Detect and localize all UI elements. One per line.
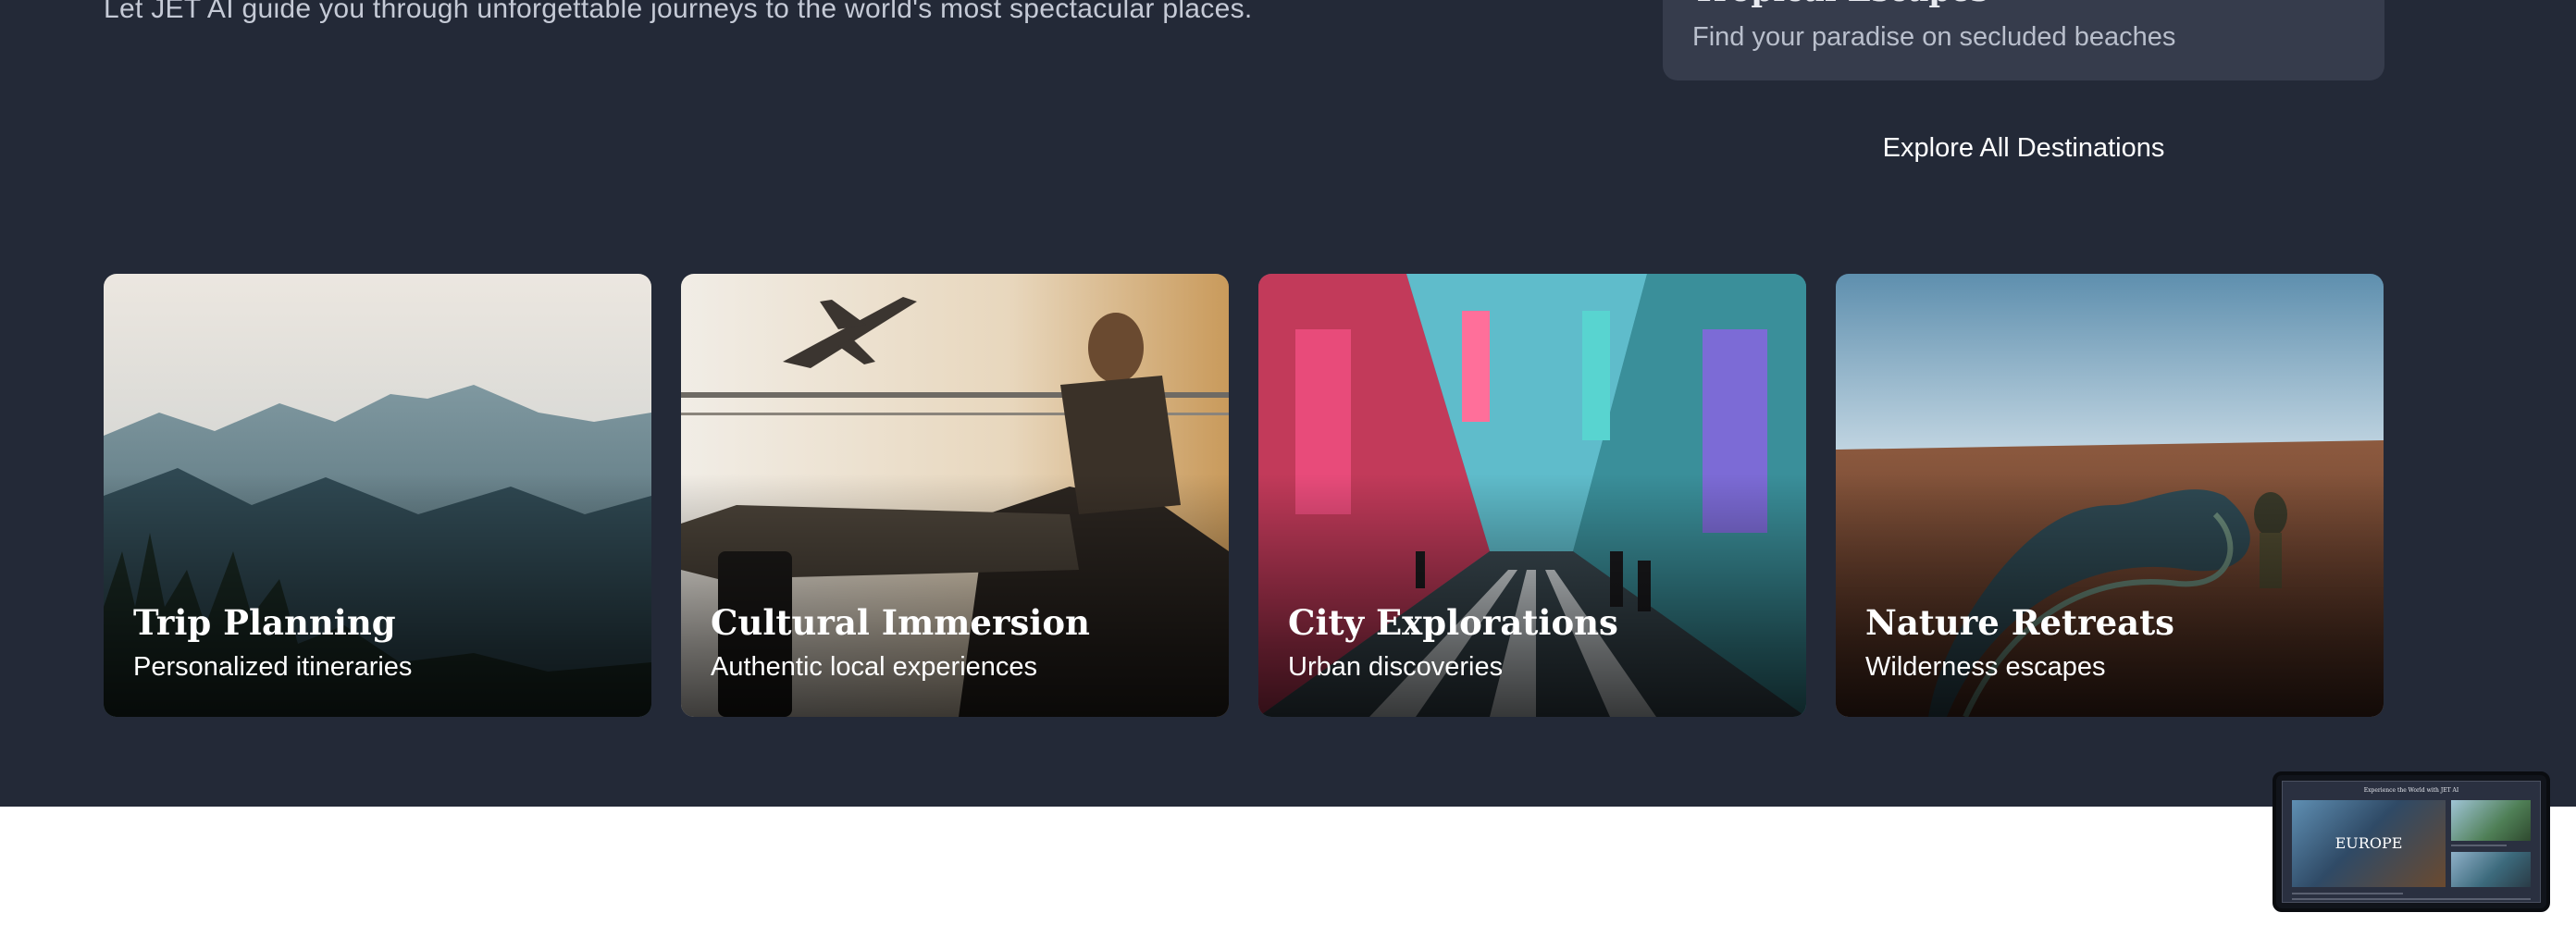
page-preview-screen: Experience the World with JET AI EUROPE bbox=[2282, 781, 2541, 903]
card-subtitle: Urban discoveries bbox=[1288, 652, 1504, 682]
hero-tagline: Let JET AI guide you through unforgettab… bbox=[104, 0, 1253, 24]
card-subtitle: Wilderness escapes bbox=[1865, 652, 2106, 682]
card-city-explorations[interactable]: City Explorations Urban discoveries bbox=[1258, 274, 1806, 717]
preview-title: Experience the World with JET AI bbox=[2363, 787, 2459, 794]
preview-text-line bbox=[2292, 898, 2531, 900]
card-subtitle: Authentic local experiences bbox=[711, 652, 1038, 682]
card-cultural-immersion[interactable]: Cultural Immersion Authentic local exper… bbox=[681, 274, 1229, 717]
card-title: Nature Retreats bbox=[1865, 602, 2175, 643]
card-title: Cultural Immersion bbox=[711, 602, 1090, 643]
preview-hero-image: EUROPE bbox=[2292, 800, 2446, 887]
destination-card-tropical[interactable]: Tropical Escapes Find your paradise on s… bbox=[1663, 0, 2384, 80]
card-nature-retreats[interactable]: Nature Retreats Wilderness escapes bbox=[1836, 274, 2384, 717]
preview-hero-text: EUROPE bbox=[2334, 834, 2403, 852]
experiences-section: Let JET AI guide you through unforgettab… bbox=[0, 0, 2576, 807]
preview-text-line bbox=[2451, 845, 2507, 846]
card-subtitle: Personalized itineraries bbox=[133, 652, 413, 682]
preview-side-image bbox=[2451, 800, 2531, 841]
card-title: City Explorations bbox=[1288, 602, 1618, 643]
destination-card-subtitle: Find your paradise on secluded beaches bbox=[1692, 22, 2176, 52]
destination-card-title: Tropical Escapes bbox=[1692, 0, 1988, 9]
preview-side-image bbox=[2451, 852, 2531, 887]
card-trip-planning[interactable]: Trip Planning Personalized itineraries bbox=[104, 274, 651, 717]
card-title: Trip Planning bbox=[133, 602, 396, 643]
page-preview-thumbnail[interactable]: Experience the World with JET AI EUROPE bbox=[2273, 771, 2550, 912]
preview-text-line bbox=[2292, 893, 2403, 894]
explore-all-destinations-link[interactable]: Explore All Destinations bbox=[1663, 128, 2384, 168]
